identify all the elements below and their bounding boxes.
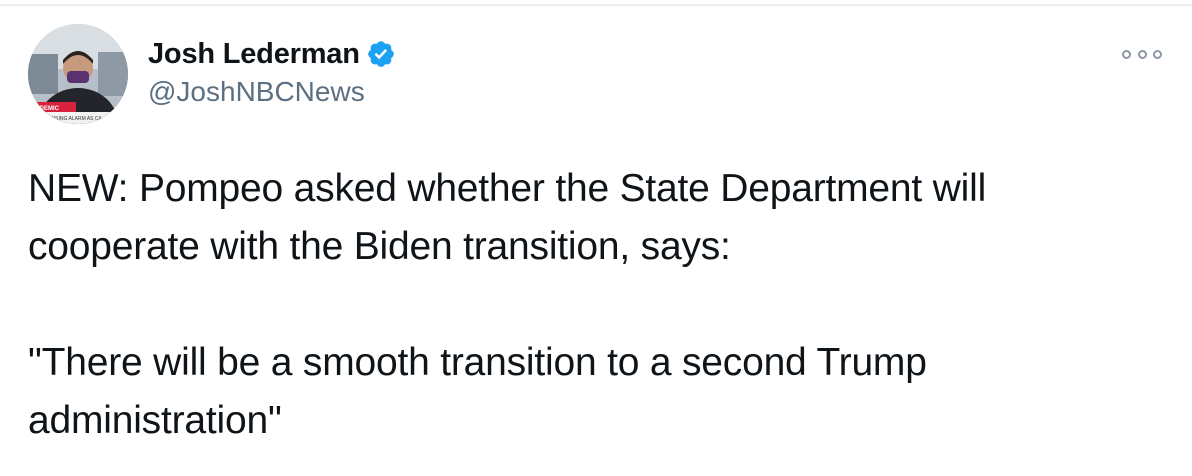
profile-photo: ANDEMIC CIALS RAISING ALARM AS CA [28,24,128,124]
display-name[interactable]: Josh Lederman [148,38,360,71]
tweet-text-line: administration" [28,399,282,442]
author-block: Josh Lederman @JoshNBCNews [148,34,396,108]
more-options-icon[interactable] [1122,44,1162,64]
tweet-text-line: "There will be a smooth transition to a … [28,341,927,384]
avatar[interactable]: ANDEMIC CIALS RAISING ALARM AS CA [28,24,128,124]
avatar-ticker-text: CIALS RAISING ALARM AS CA [31,116,103,122]
dot-icon [1137,49,1147,59]
tweet-text-line: NEW: Pompeo asked whether the State Depa… [28,167,987,210]
author-handle[interactable]: @JoshNBCNews [148,76,396,108]
dot-icon [1122,49,1131,59]
name-row: Josh Lederman [148,34,396,74]
avatar-banner-text: ANDEMIC [31,106,60,112]
verified-badge-icon [366,39,396,69]
divider [0,4,1192,6]
tweet-text: NEW: Pompeo asked whether the State Depa… [28,160,1168,450]
dot-icon [1153,49,1162,59]
tweet-text-line: cooperate with the Biden transition, say… [28,225,731,268]
tweet-card: ANDEMIC CIALS RAISING ALARM AS CA Josh L… [0,0,1192,476]
